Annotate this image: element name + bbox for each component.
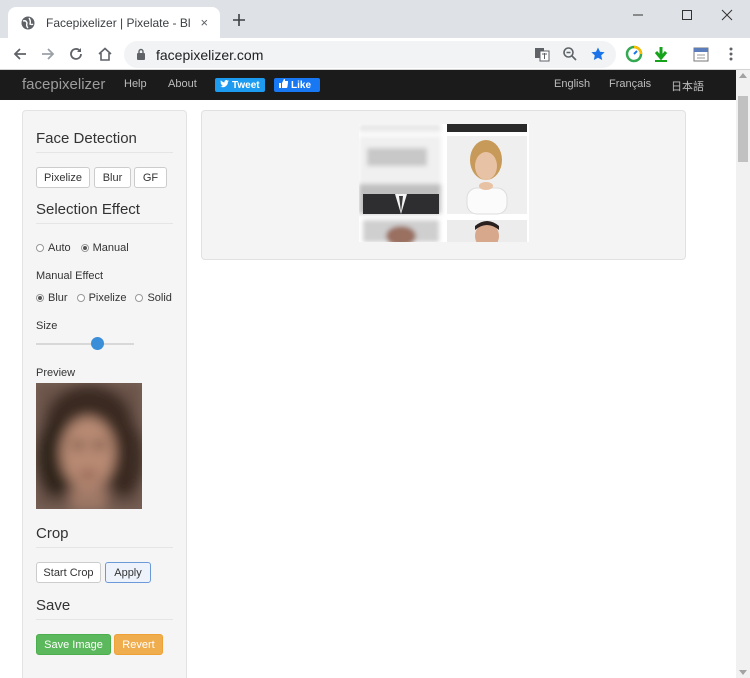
- revert-button[interactable]: Revert: [114, 634, 163, 655]
- page-scrollbar[interactable]: [736, 70, 750, 678]
- language-english-link[interactable]: English: [554, 78, 590, 90]
- manual-effect-options: Blur Pixelize Solid: [36, 292, 172, 304]
- radio-auto-label[interactable]: Auto: [48, 242, 71, 254]
- site-navbar: facepixelizer Help About Tweet Like Engl…: [0, 70, 736, 100]
- facebook-like-button[interactable]: Like: [274, 78, 320, 92]
- nav-link-about[interactable]: About: [168, 78, 197, 90]
- tweet-button[interactable]: Tweet: [215, 78, 265, 92]
- calendar-extension-icon[interactable]: [692, 45, 710, 63]
- face-detection-gf-button[interactable]: GF: [134, 167, 167, 188]
- radio-pixelize[interactable]: [76, 294, 85, 302]
- minimize-icon[interactable]: [615, 0, 661, 30]
- radio-manual-label[interactable]: Manual: [93, 242, 129, 254]
- size-slider-thumb[interactable]: [91, 337, 105, 350]
- size-label: Size: [36, 320, 58, 332]
- browser-tab-bar: Facepixelizer | Pixelate - Blur - Anonym…: [0, 0, 750, 38]
- image-canvas-panel: [201, 110, 686, 260]
- address-bar[interactable]: facepixelizer.com: [124, 41, 616, 68]
- translate-icon[interactable]: [534, 46, 550, 62]
- save-image-button[interactable]: Save Image: [36, 634, 111, 655]
- back-icon[interactable]: [11, 45, 29, 63]
- home-icon[interactable]: [96, 45, 114, 63]
- radio-manual[interactable]: [80, 244, 89, 252]
- crop-title: Crop: [36, 525, 69, 542]
- tweet-label: Tweet: [232, 79, 260, 91]
- section-divider: [36, 223, 173, 224]
- section-divider: [36, 152, 173, 153]
- radio-blur-label[interactable]: Blur: [48, 292, 68, 304]
- language-japanese-link[interactable]: 日本語: [671, 78, 704, 94]
- apply-crop-button[interactable]: Apply: [105, 562, 151, 583]
- manual-effect-label: Manual Effect: [36, 270, 104, 282]
- save-title: Save: [36, 597, 71, 614]
- forward-icon[interactable]: [39, 45, 57, 63]
- thumbs-up-icon: [279, 79, 289, 91]
- section-divider: [36, 547, 173, 548]
- blurred-face-preview: [36, 383, 142, 509]
- reload-icon[interactable]: [67, 45, 85, 63]
- language-french-link[interactable]: Français: [609, 78, 651, 90]
- download-icon[interactable]: [652, 45, 670, 63]
- radio-blur[interactable]: [36, 294, 44, 302]
- start-crop-button[interactable]: Start Crop: [36, 562, 101, 583]
- selection-effect-title: Selection Effect: [36, 201, 140, 218]
- url-text: facepixelizer.com: [156, 47, 264, 63]
- controls-sidebar: Face Detection Pixelize Blur GF Selectio…: [22, 110, 187, 678]
- brand-logo[interactable]: facepixelizer: [22, 76, 105, 93]
- browser-toolbar: facepixelizer.com: [0, 38, 750, 70]
- uploaded-photo-canvas[interactable]: [359, 124, 529, 242]
- nav-link-help[interactable]: Help: [124, 78, 147, 90]
- face-detection-blur-button[interactable]: Blur: [94, 167, 131, 188]
- scroll-down-arrow-icon[interactable]: [739, 670, 747, 675]
- like-label: Like: [291, 79, 312, 91]
- scroll-up-arrow-icon[interactable]: [739, 73, 747, 78]
- globe-icon: [20, 15, 36, 31]
- bookmark-star-icon[interactable]: [590, 46, 606, 62]
- radio-solid[interactable]: [135, 294, 144, 302]
- radio-pixelize-label[interactable]: Pixelize: [89, 292, 127, 304]
- close-window-icon[interactable]: [704, 0, 750, 30]
- face-detection-title: Face Detection: [36, 130, 137, 147]
- tab-title: Facepixelizer | Pixelate - Blur - Anonym…: [46, 15, 191, 30]
- preview-label: Preview: [36, 367, 76, 379]
- close-tab-icon[interactable]: ×: [197, 15, 212, 30]
- section-divider: [36, 619, 173, 620]
- twitter-bird-icon: [220, 79, 229, 91]
- radio-auto[interactable]: [36, 244, 44, 252]
- new-tab-icon[interactable]: [230, 11, 248, 29]
- lock-icon: [136, 48, 146, 66]
- size-slider-track[interactable]: [36, 343, 134, 345]
- face-detection-pixelize-button[interactable]: Pixelize: [36, 167, 90, 188]
- selection-effect-options: Auto Manual: [36, 242, 129, 254]
- scrollbar-thumb[interactable]: [738, 96, 748, 162]
- zoom-icon[interactable]: [562, 46, 578, 62]
- extension-gauge-icon[interactable]: [625, 45, 643, 63]
- more-menu-icon[interactable]: [722, 45, 740, 63]
- radio-solid-label[interactable]: Solid: [147, 292, 171, 304]
- browser-tab[interactable]: Facepixelizer | Pixelate - Blur - Anonym…: [8, 7, 220, 38]
